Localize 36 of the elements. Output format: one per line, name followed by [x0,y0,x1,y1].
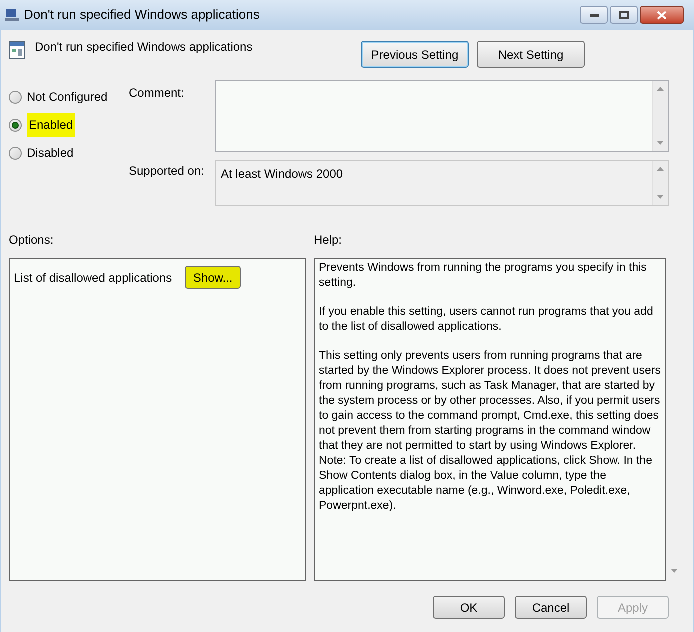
help-label: Help: [314,232,342,249]
dialog-button[interactable]: Cancel [515,596,587,619]
radio-label: Not Configured [27,89,108,106]
maximize-button[interactable] [610,6,638,24]
scroll-down-icon[interactable] [657,141,664,145]
close-icon [657,10,667,20]
navigation-button[interactable]: Previous Setting [361,41,469,68]
option-label: List of disallowed applications [14,270,172,286]
close-button[interactable] [640,6,684,24]
supported-on-label: Supported on: [129,163,206,180]
scroll-up-icon[interactable] [657,167,664,171]
comment-label: Comment: [129,85,186,102]
computer-icon [4,7,20,23]
policy-name: Don't run specified Windows applications [35,39,254,56]
radio-label: Disabled [27,145,74,162]
radio-button[interactable] [9,118,22,132]
dialog-button[interactable]: OK [433,596,505,619]
radio-button[interactable] [9,90,22,104]
scroll-down-icon[interactable] [657,195,664,199]
navigation-button[interactable]: Next Setting [477,41,585,68]
window-title: Don't run specified Windows applications [24,6,261,24]
radio-button[interactable] [9,146,22,160]
help-text: This setting only prevents users from running programs that are started by the Windows Explorer process. It does not prevent users from running programs, such as Task Manager, that are started by the system process or by other processes. Also, if you permit users to gain access to the command prompt, Cmd.exe, this setting does not prevent them from starting programs in the command window that they are not permitted to start by using Windows Explorer. Note: To create a list of disallowed applications, click Show. In the Show Contents dialog box, in the Value column, type the application executable name (e.g., Winword.exe, Poledit.exe, Powerpnt.exe). [319,349,661,514]
minimize-button[interactable] [580,6,608,24]
help-text: Prevents Windows from running the programs you specify in this setting. [319,261,648,291]
show-button[interactable]: Show... [185,266,242,289]
policy-icon [9,41,25,59]
scroll-down-icon[interactable] [670,569,678,573]
comment-field[interactable] [215,80,669,152]
help-text: If you enable this setting, users cannot run programs that you add to the list of disallowed applications. [319,305,654,335]
minimize-icon [590,14,598,16]
supported-on-value: At least Windows 2000 [220,166,344,183]
radio-label: Enabled [27,113,76,137]
scroll-up-icon[interactable] [657,87,664,91]
maximize-icon [619,11,629,19]
options-label: Options: [9,232,55,249]
